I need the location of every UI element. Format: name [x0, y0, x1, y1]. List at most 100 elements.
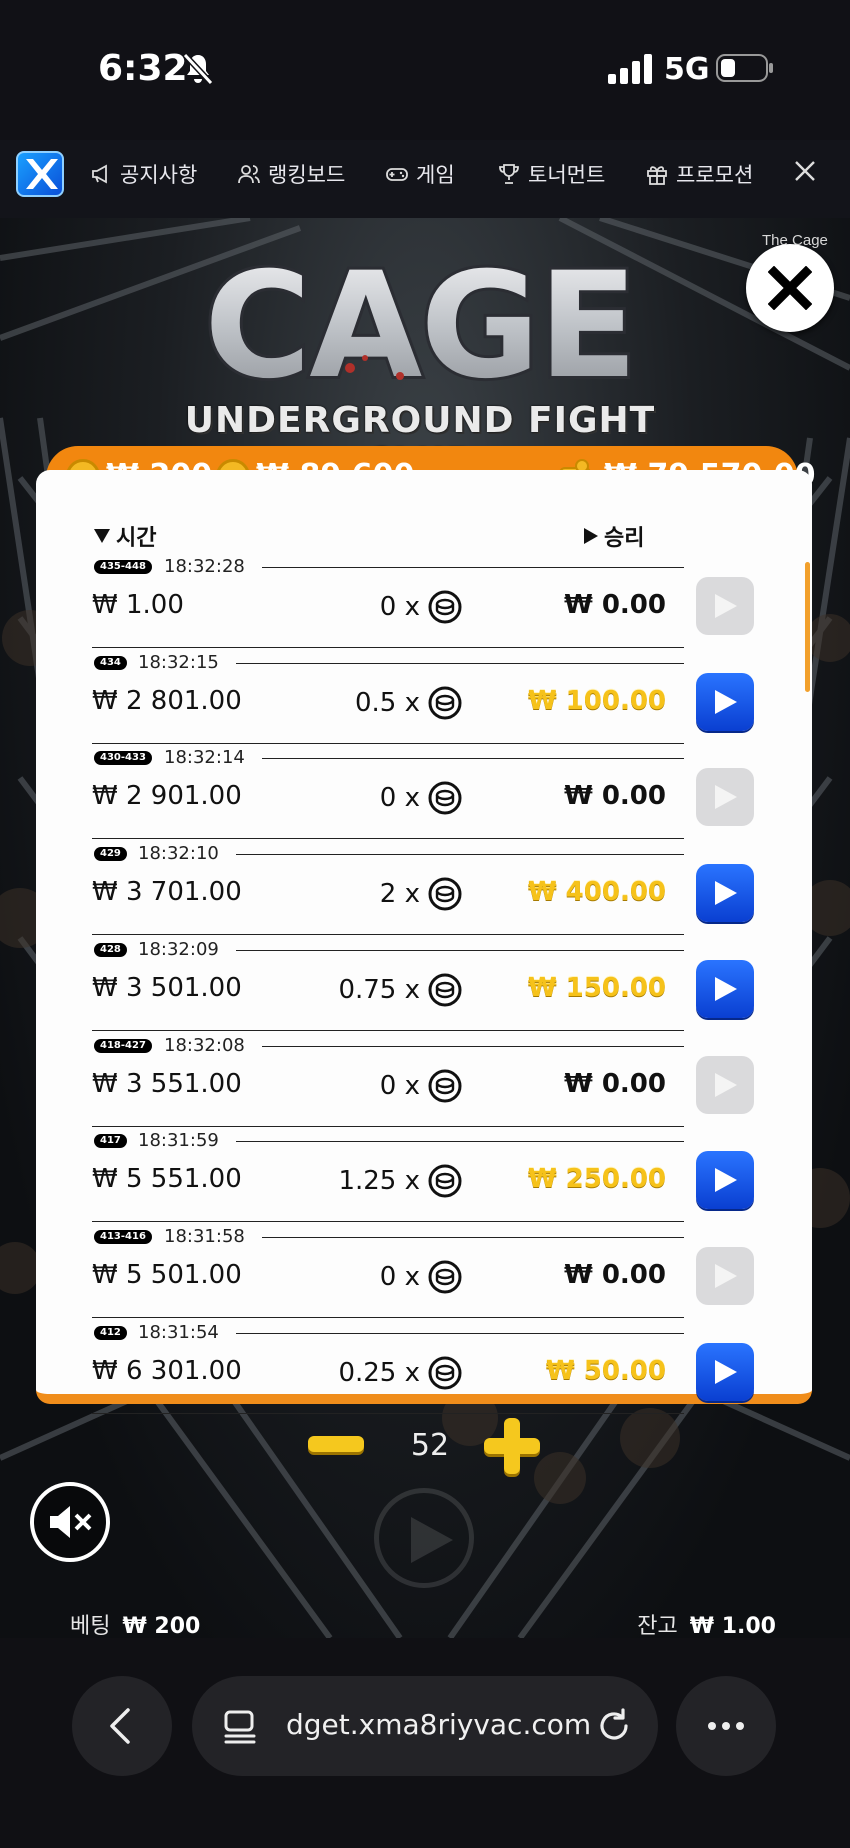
reload-icon[interactable]	[596, 1706, 632, 1746]
sort-win-header[interactable]: 승리	[584, 520, 644, 552]
row-win: ₩ 100.00	[527, 686, 666, 716]
replay-button[interactable]	[696, 1056, 754, 1114]
play-icon	[411, 1517, 453, 1563]
tab-layout-icon[interactable]	[222, 1706, 258, 1746]
row-divider	[236, 854, 684, 855]
history-scrollbar[interactable]	[805, 562, 810, 692]
triangle-right-icon	[584, 528, 598, 544]
close-icon	[768, 266, 812, 310]
replay-button[interactable]	[696, 864, 754, 922]
ellipsis-icon	[708, 1722, 744, 1730]
back-button[interactable]	[72, 1676, 172, 1776]
row-win: ₩ 0.00	[564, 590, 666, 620]
round-badge: 412	[94, 1326, 127, 1340]
replay-button[interactable]	[696, 960, 754, 1018]
row-divider	[92, 1126, 684, 1127]
play-icon	[715, 594, 737, 618]
row-divider	[262, 1237, 684, 1238]
gamepad-icon	[386, 168, 408, 181]
close-icon[interactable]	[792, 158, 818, 184]
coin-stack-icon	[428, 1260, 462, 1294]
time-header-label: 시간	[116, 526, 157, 551]
nav-ranking[interactable]: 랭킹보드	[238, 160, 345, 188]
row-bet: ₩ 3 551.00	[92, 1069, 242, 1099]
history-row: 435-448 18:32:28 ₩ 1.00 0 x ₩ 0.00	[92, 556, 762, 652]
bell-muted-icon	[182, 52, 214, 86]
replay-button[interactable]	[696, 1343, 754, 1401]
row-multiplier: 0 x	[380, 1260, 462, 1294]
play-icon	[715, 1168, 737, 1192]
history-row: 412 18:31:54 ₩ 6 301.00 0.25 x ₩ 50.00	[92, 1322, 762, 1418]
coin-stack-icon	[428, 1164, 462, 1198]
row-bet: ₩ 2 901.00	[92, 781, 242, 811]
nav-tournament-label: 토너먼트	[528, 163, 606, 187]
row-divider	[92, 1317, 684, 1318]
nav-notices[interactable]: 공지사항	[90, 160, 197, 188]
mute-button[interactable]	[30, 1482, 110, 1562]
row-time: 18:32:10	[138, 843, 219, 864]
row-divider	[236, 1141, 684, 1142]
play-icon	[715, 1073, 737, 1097]
row-bet: ₩ 5 501.00	[92, 1260, 242, 1290]
row-time: 18:32:14	[164, 747, 245, 768]
coin-stack-icon	[428, 1069, 462, 1103]
site-logo[interactable]	[16, 151, 64, 197]
chevron-left-icon	[110, 1708, 130, 1744]
bet-label: 베팅	[70, 1614, 111, 1639]
coin-stack-icon	[428, 973, 462, 1007]
replay-button[interactable]	[696, 673, 754, 731]
row-win: ₩ 250.00	[527, 1164, 666, 1194]
replay-button[interactable]	[696, 1247, 754, 1305]
play-icon	[715, 977, 737, 1001]
win-header-label: 승리	[604, 526, 645, 551]
logo-text: CAGE	[204, 248, 636, 390]
decrease-button[interactable]	[308, 1436, 364, 1452]
multiplier-value: 0 x	[379, 1262, 420, 1292]
play-icon	[715, 1360, 737, 1384]
multiplier-value: 0 x	[379, 1071, 420, 1101]
sort-time-header[interactable]: 시간	[94, 520, 156, 552]
multiplier-value: 0 x	[379, 783, 420, 813]
replay-button[interactable]	[696, 768, 754, 826]
close-game-button[interactable]	[746, 244, 834, 332]
replay-button[interactable]	[696, 577, 754, 635]
nav-ranking-label: 랭킹보드	[268, 163, 346, 187]
triangle-down-icon	[94, 529, 110, 543]
balance-label: 잔고	[637, 1614, 678, 1639]
coin-stack-icon	[428, 781, 462, 815]
row-divider	[262, 1046, 684, 1047]
replay-button[interactable]	[696, 1151, 754, 1209]
round-badge: 429	[94, 847, 127, 861]
spin-button[interactable]	[374, 1488, 474, 1588]
more-button[interactable]	[676, 1676, 776, 1776]
row-win: ₩ 150.00	[527, 973, 666, 1003]
multiplier-value: 0.75 x	[338, 975, 420, 1005]
bet-info: 베팅 ₩ 200	[70, 1608, 200, 1640]
row-divider	[92, 743, 684, 744]
row-time: 18:32:09	[138, 939, 219, 960]
plus-icon-v	[504, 1418, 520, 1474]
multiplier-value: 2 x	[379, 879, 420, 909]
row-multiplier: 0 x	[380, 1069, 462, 1103]
balance-value: ₩ 1.00	[689, 1614, 776, 1639]
row-divider	[236, 950, 684, 951]
nav-tournament[interactable]: 토너먼트	[498, 160, 605, 188]
speaker-muted-icon	[50, 1506, 92, 1538]
row-time: 18:32:28	[164, 556, 245, 577]
battery-icon	[716, 54, 773, 82]
row-bet: ₩ 1.00	[92, 590, 184, 620]
row-multiplier: 2 x	[380, 877, 462, 911]
row-divider	[92, 838, 684, 839]
round-badge: 430-433	[94, 751, 152, 765]
row-divider	[92, 1413, 684, 1414]
play-icon	[715, 690, 737, 714]
history-row: 430-433 18:32:14 ₩ 2 901.00 0 x ₩ 0.00	[92, 747, 762, 843]
nav-promotion[interactable]: 프로모션	[646, 160, 753, 188]
url-text[interactable]: dget.xma8riyvac.com	[286, 1708, 591, 1741]
row-win: ₩ 0.00	[564, 1260, 666, 1290]
history-row: 413-416 18:31:58 ₩ 5 501.00 0 x ₩ 0.00	[92, 1226, 762, 1322]
row-multiplier: 0.5 x	[355, 686, 462, 720]
nav-games[interactable]: 게임	[386, 160, 455, 188]
coin-stack-icon	[428, 1356, 462, 1390]
coin-stack-icon	[428, 877, 462, 911]
